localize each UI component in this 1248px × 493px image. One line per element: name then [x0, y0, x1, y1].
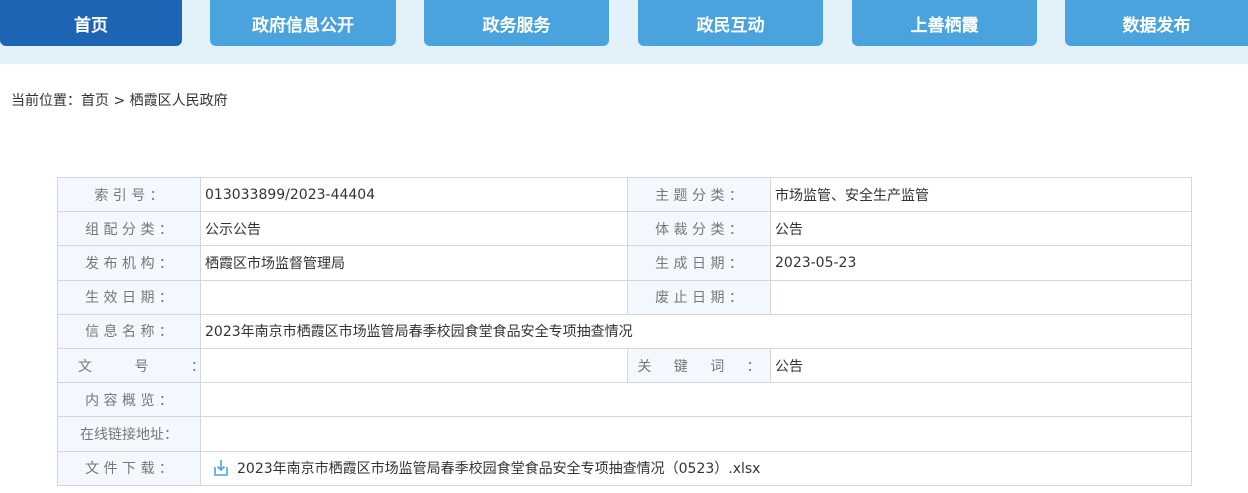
topic-category-label: 主 题 分 类 ： [627, 176, 771, 213]
info-name-value: 2023年南京市栖霞区市场监管局春季校园食堂食品安全专项抽查情况 [200, 313, 1192, 349]
table-row: 索 引 号 ： 013033899/2023-44404 主 题 分 类 ： 市… [57, 176, 1192, 213]
online-link-value [200, 416, 1192, 452]
table-row: 组 配 分 类 ： 公示公告 体 裁 分 类 ： 公告 [57, 211, 1192, 247]
table-row: 发 布 机 构 ： 栖霞区市场监督管理局 生 成 日 期 ： 2023-05-2… [57, 245, 1192, 281]
nav-item-citizen-interaction[interactable]: 政民互动 [638, 0, 823, 46]
group-category-label: 组 配 分 类 ： [57, 211, 201, 247]
breadcrumb-prefix: 当前位置： [11, 93, 81, 109]
document-number-label-text: 文 号 ： [78, 358, 201, 375]
issuer-label: 发 布 机 构 ： [57, 245, 201, 281]
effective-date-label: 生 效 日 期 ： [57, 279, 201, 315]
expiry-date-label: 废 止 日 期 ： [627, 279, 771, 315]
index-number-value: 013033899/2023-44404 [200, 176, 628, 213]
genre-category-label: 体 裁 分 类 ： [627, 211, 771, 247]
table-row: 内 容 概 览 ： [57, 382, 1192, 418]
nav-item-home[interactable]: 首页 [0, 0, 182, 46]
breadcrumb-current-link[interactable]: 栖霞区人民政府 [130, 93, 228, 109]
expiry-date-value [770, 279, 1192, 315]
keyword-label: 关 键 词 ： [627, 347, 771, 384]
file-download-link[interactable]: 2023年南京市栖霞区市场监管局春季校园食堂食品安全专项抽查情况（0523）.x… [237, 461, 760, 477]
nav-item-shangshan-qixia[interactable]: 上善栖霞 [852, 0, 1037, 46]
document-number-value [200, 347, 628, 384]
breadcrumb-home-link[interactable]: 首页 [81, 93, 109, 109]
content-summary-value [200, 382, 1192, 418]
file-download-cell: 2023年南京市栖霞区市场监管局春季校园食堂食品安全专项抽查情况（0523）.x… [200, 450, 1192, 486]
table-row: 信 息 名 称 ： 2023年南京市栖霞区市场监管局春季校园食堂食品安全专项抽查… [57, 313, 1192, 349]
keyword-value: 公告 [770, 347, 1192, 384]
content-summary-label: 内 容 概 览 ： [57, 382, 201, 418]
table-row: 文 件 下 载 ： 2023年南京市栖霞区市场监管局春季校园食堂食品安全专项抽查… [57, 450, 1192, 486]
top-nav-bar: 首页 政府信息公开 政务服务 政民互动 上善栖霞 数据发布 [0, 0, 1248, 64]
keyword-label-text: 关 键 词 ： [637, 358, 761, 375]
nav-item-gov-services[interactable]: 政务服务 [424, 0, 609, 46]
issuer-value: 栖霞区市场监督管理局 [200, 245, 628, 281]
table-row: 文 号 ： 关 键 词 ： 公告 [57, 347, 1192, 384]
group-category-value: 公示公告 [200, 211, 628, 247]
nav-item-gov-info-disclosure[interactable]: 政府信息公开 [210, 0, 396, 46]
genre-category-value: 公告 [770, 211, 1192, 247]
breadcrumb-separator: > [109, 93, 130, 109]
table-row: 生 效 日 期 ： 废 止 日 期 ： [57, 279, 1192, 315]
topic-category-value: 市场监管、安全生产监管 [770, 176, 1192, 213]
breadcrumb: 当前位置：首页 > 栖霞区人民政府 [11, 90, 228, 110]
info-name-label: 信 息 名 称 ： [57, 313, 201, 349]
index-number-label: 索 引 号 ： [57, 176, 201, 213]
table-row: 在线链接地址： [57, 416, 1192, 452]
document-number-label: 文 号 ： [57, 347, 201, 384]
info-metadata-table: 索 引 号 ： 013033899/2023-44404 主 题 分 类 ： 市… [57, 176, 1192, 486]
file-download-label: 文 件 下 载 ： [57, 450, 201, 486]
created-date-value: 2023-05-23 [770, 245, 1192, 281]
download-file-icon[interactable] [211, 458, 231, 478]
online-link-label: 在线链接地址： [57, 416, 201, 452]
effective-date-value [200, 279, 628, 315]
created-date-label: 生 成 日 期 ： [627, 245, 771, 281]
nav-item-data-release[interactable]: 数据发布 [1065, 0, 1248, 46]
